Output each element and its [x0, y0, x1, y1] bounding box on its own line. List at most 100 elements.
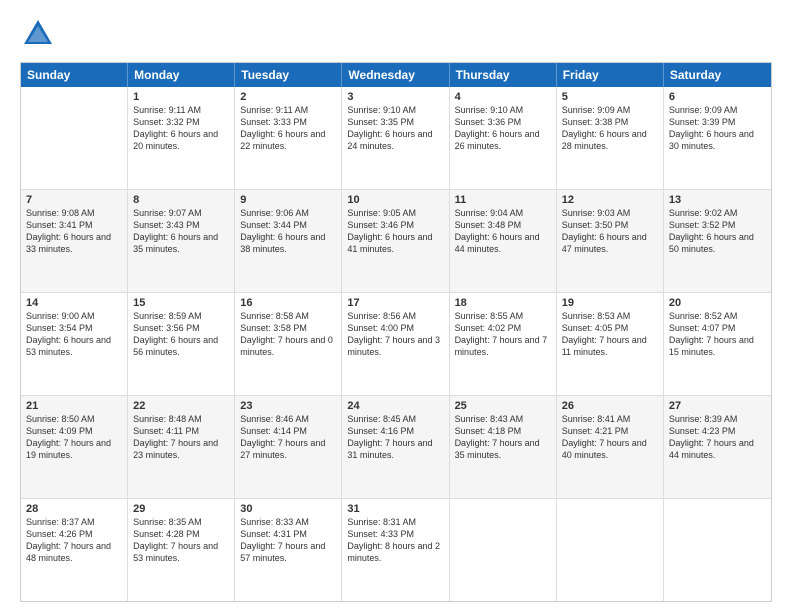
- calendar-cell-day-7: 7Sunrise: 9:08 AMSunset: 3:41 PMDaylight…: [21, 190, 128, 292]
- day-info: Sunrise: 8:41 AMSunset: 4:21 PMDaylight:…: [562, 413, 658, 462]
- calendar-cell-day-6: 6Sunrise: 9:09 AMSunset: 3:39 PMDaylight…: [664, 87, 771, 189]
- day-number: 26: [562, 400, 658, 412]
- day-info: Sunrise: 8:50 AMSunset: 4:09 PMDaylight:…: [26, 413, 122, 462]
- header: [20, 16, 772, 52]
- calendar-cell-day-28: 28Sunrise: 8:37 AMSunset: 4:26 PMDayligh…: [21, 499, 128, 601]
- day-info: Sunrise: 8:48 AMSunset: 4:11 PMDaylight:…: [133, 413, 229, 462]
- calendar-row-1: 7Sunrise: 9:08 AMSunset: 3:41 PMDaylight…: [21, 190, 771, 293]
- day-info: Sunrise: 8:58 AMSunset: 3:58 PMDaylight:…: [240, 310, 336, 359]
- calendar-row-0: 1Sunrise: 9:11 AMSunset: 3:32 PMDaylight…: [21, 87, 771, 190]
- calendar-cell-day-23: 23Sunrise: 8:46 AMSunset: 4:14 PMDayligh…: [235, 396, 342, 498]
- day-number: 24: [347, 400, 443, 412]
- day-info: Sunrise: 9:11 AMSunset: 3:32 PMDaylight:…: [133, 104, 229, 153]
- day-info: Sunrise: 9:02 AMSunset: 3:52 PMDaylight:…: [669, 207, 766, 256]
- weekday-header-friday: Friday: [557, 63, 664, 87]
- calendar-cell-day-12: 12Sunrise: 9:03 AMSunset: 3:50 PMDayligh…: [557, 190, 664, 292]
- calendar-cell-day-25: 25Sunrise: 8:43 AMSunset: 4:18 PMDayligh…: [450, 396, 557, 498]
- calendar-cell-day-8: 8Sunrise: 9:07 AMSunset: 3:43 PMDaylight…: [128, 190, 235, 292]
- calendar-cell-empty: [450, 499, 557, 601]
- day-info: Sunrise: 9:09 AMSunset: 3:38 PMDaylight:…: [562, 104, 658, 153]
- calendar-cell-day-15: 15Sunrise: 8:59 AMSunset: 3:56 PMDayligh…: [128, 293, 235, 395]
- calendar-cell-day-3: 3Sunrise: 9:10 AMSunset: 3:35 PMDaylight…: [342, 87, 449, 189]
- day-info: Sunrise: 8:59 AMSunset: 3:56 PMDaylight:…: [133, 310, 229, 359]
- day-number: 12: [562, 194, 658, 206]
- day-info: Sunrise: 8:33 AMSunset: 4:31 PMDaylight:…: [240, 516, 336, 565]
- day-info: Sunrise: 9:03 AMSunset: 3:50 PMDaylight:…: [562, 207, 658, 256]
- day-number: 2: [240, 91, 336, 103]
- calendar-cell-day-11: 11Sunrise: 9:04 AMSunset: 3:48 PMDayligh…: [450, 190, 557, 292]
- calendar-cell-day-13: 13Sunrise: 9:02 AMSunset: 3:52 PMDayligh…: [664, 190, 771, 292]
- calendar-cell-day-27: 27Sunrise: 8:39 AMSunset: 4:23 PMDayligh…: [664, 396, 771, 498]
- day-info: Sunrise: 9:08 AMSunset: 3:41 PMDaylight:…: [26, 207, 122, 256]
- day-info: Sunrise: 9:00 AMSunset: 3:54 PMDaylight:…: [26, 310, 122, 359]
- day-number: 10: [347, 194, 443, 206]
- calendar-cell-day-29: 29Sunrise: 8:35 AMSunset: 4:28 PMDayligh…: [128, 499, 235, 601]
- day-info: Sunrise: 9:06 AMSunset: 3:44 PMDaylight:…: [240, 207, 336, 256]
- day-info: Sunrise: 8:53 AMSunset: 4:05 PMDaylight:…: [562, 310, 658, 359]
- day-number: 23: [240, 400, 336, 412]
- day-info: Sunrise: 9:09 AMSunset: 3:39 PMDaylight:…: [669, 104, 766, 153]
- calendar-cell-day-1: 1Sunrise: 9:11 AMSunset: 3:32 PMDaylight…: [128, 87, 235, 189]
- calendar-cell-day-21: 21Sunrise: 8:50 AMSunset: 4:09 PMDayligh…: [21, 396, 128, 498]
- calendar-row-4: 28Sunrise: 8:37 AMSunset: 4:26 PMDayligh…: [21, 499, 771, 601]
- calendar-cell-day-9: 9Sunrise: 9:06 AMSunset: 3:44 PMDaylight…: [235, 190, 342, 292]
- day-info: Sunrise: 8:35 AMSunset: 4:28 PMDaylight:…: [133, 516, 229, 565]
- calendar-cell-day-5: 5Sunrise: 9:09 AMSunset: 3:38 PMDaylight…: [557, 87, 664, 189]
- day-number: 29: [133, 503, 229, 515]
- day-info: Sunrise: 9:10 AMSunset: 3:36 PMDaylight:…: [455, 104, 551, 153]
- day-number: 31: [347, 503, 443, 515]
- calendar-cell-day-26: 26Sunrise: 8:41 AMSunset: 4:21 PMDayligh…: [557, 396, 664, 498]
- day-number: 13: [669, 194, 766, 206]
- calendar-cell-empty: [557, 499, 664, 601]
- calendar-cell-day-14: 14Sunrise: 9:00 AMSunset: 3:54 PMDayligh…: [21, 293, 128, 395]
- calendar-cell-day-10: 10Sunrise: 9:05 AMSunset: 3:46 PMDayligh…: [342, 190, 449, 292]
- day-info: Sunrise: 9:07 AMSunset: 3:43 PMDaylight:…: [133, 207, 229, 256]
- day-info: Sunrise: 9:11 AMSunset: 3:33 PMDaylight:…: [240, 104, 336, 153]
- day-number: 8: [133, 194, 229, 206]
- day-number: 19: [562, 297, 658, 309]
- day-number: 17: [347, 297, 443, 309]
- day-number: 22: [133, 400, 229, 412]
- day-number: 6: [669, 91, 766, 103]
- calendar-cell-empty: [21, 87, 128, 189]
- day-number: 9: [240, 194, 336, 206]
- day-number: 14: [26, 297, 122, 309]
- day-number: 15: [133, 297, 229, 309]
- weekday-header-wednesday: Wednesday: [342, 63, 449, 87]
- calendar-cell-day-18: 18Sunrise: 8:55 AMSunset: 4:02 PMDayligh…: [450, 293, 557, 395]
- day-number: 5: [562, 91, 658, 103]
- calendar-row-3: 21Sunrise: 8:50 AMSunset: 4:09 PMDayligh…: [21, 396, 771, 499]
- day-number: 25: [455, 400, 551, 412]
- logo: [20, 16, 62, 52]
- logo-icon: [20, 16, 56, 52]
- day-info: Sunrise: 9:05 AMSunset: 3:46 PMDaylight:…: [347, 207, 443, 256]
- day-number: 16: [240, 297, 336, 309]
- day-number: 30: [240, 503, 336, 515]
- calendar-cell-day-2: 2Sunrise: 9:11 AMSunset: 3:33 PMDaylight…: [235, 87, 342, 189]
- day-info: Sunrise: 9:04 AMSunset: 3:48 PMDaylight:…: [455, 207, 551, 256]
- calendar-cell-day-31: 31Sunrise: 8:31 AMSunset: 4:33 PMDayligh…: [342, 499, 449, 601]
- day-info: Sunrise: 8:56 AMSunset: 4:00 PMDaylight:…: [347, 310, 443, 359]
- day-number: 4: [455, 91, 551, 103]
- weekday-header-sunday: Sunday: [21, 63, 128, 87]
- calendar-cell-day-24: 24Sunrise: 8:45 AMSunset: 4:16 PMDayligh…: [342, 396, 449, 498]
- day-info: Sunrise: 8:37 AMSunset: 4:26 PMDaylight:…: [26, 516, 122, 565]
- calendar-row-2: 14Sunrise: 9:00 AMSunset: 3:54 PMDayligh…: [21, 293, 771, 396]
- day-number: 18: [455, 297, 551, 309]
- calendar-header: SundayMondayTuesdayWednesdayThursdayFrid…: [21, 63, 771, 87]
- weekday-header-saturday: Saturday: [664, 63, 771, 87]
- calendar-cell-day-4: 4Sunrise: 9:10 AMSunset: 3:36 PMDaylight…: [450, 87, 557, 189]
- day-info: Sunrise: 8:52 AMSunset: 4:07 PMDaylight:…: [669, 310, 766, 359]
- day-info: Sunrise: 8:31 AMSunset: 4:33 PMDaylight:…: [347, 516, 443, 565]
- weekday-header-thursday: Thursday: [450, 63, 557, 87]
- day-info: Sunrise: 9:10 AMSunset: 3:35 PMDaylight:…: [347, 104, 443, 153]
- weekday-header-tuesday: Tuesday: [235, 63, 342, 87]
- day-number: 21: [26, 400, 122, 412]
- calendar-body: 1Sunrise: 9:11 AMSunset: 3:32 PMDaylight…: [21, 87, 771, 601]
- day-number: 28: [26, 503, 122, 515]
- day-info: Sunrise: 8:45 AMSunset: 4:16 PMDaylight:…: [347, 413, 443, 462]
- day-info: Sunrise: 8:39 AMSunset: 4:23 PMDaylight:…: [669, 413, 766, 462]
- day-info: Sunrise: 8:43 AMSunset: 4:18 PMDaylight:…: [455, 413, 551, 462]
- calendar-cell-day-16: 16Sunrise: 8:58 AMSunset: 3:58 PMDayligh…: [235, 293, 342, 395]
- day-number: 7: [26, 194, 122, 206]
